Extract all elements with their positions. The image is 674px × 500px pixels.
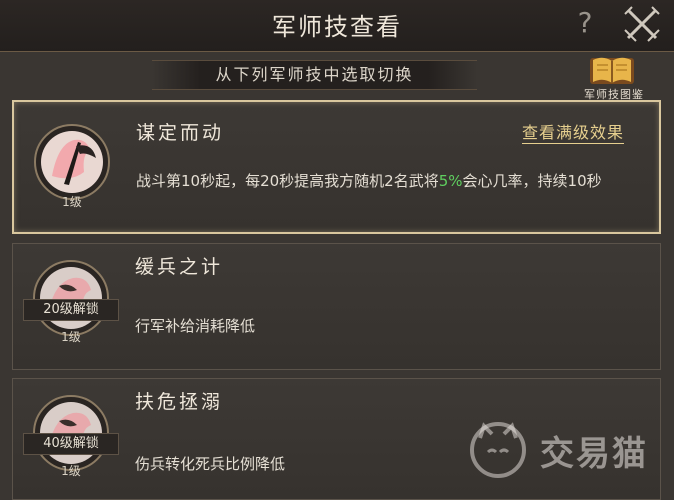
skill-description: 行军补给消耗降低 [135,317,256,335]
watermark-text: 交易猫 [540,434,648,474]
desc-highlight: 5% [438,172,463,190]
book-icon[interactable] [586,52,638,88]
header-bar: 军师技查看 ? [0,0,674,52]
view-max-level-link[interactable]: 查看满级效果 [522,119,625,144]
skill-name: 缓兵之计 [135,256,224,278]
skill-portrait-icon [34,124,110,200]
skill-description: 战斗第10秒起，每20秒提高我方随机2名武将5%会心几率，持续10秒 [136,170,626,193]
skill-portrait-icon [33,260,109,336]
skill-card-locked[interactable]: 20级解锁 1级 缓兵之计 行军补给消耗降低 [12,243,661,370]
desc-text-end: 会心几率，持续10秒 [462,172,602,190]
skill-level: 1级 [61,464,81,478]
skill-name: 扶危拯溺 [135,391,224,413]
skill-card-selected[interactable]: 1级 谋定而动 查看满级效果 战斗第10秒起，每20秒提高我方随机2名武将5%会… [12,100,661,234]
skill-level: 1级 [61,330,81,344]
help-icon[interactable]: ? [570,6,600,40]
skill-name: 谋定而动 [136,122,225,144]
instruction-banner: 从下列军师技中选取切换 [152,60,477,90]
desc-text: 战斗第10秒起，每20秒提高我方随机2名武将 [136,172,439,190]
unlock-level-badge: 20级解锁 [23,299,119,321]
skill-level: 1级 [62,195,82,209]
unlock-level-badge: 40级解锁 [23,433,119,455]
close-icon[interactable] [622,4,662,44]
